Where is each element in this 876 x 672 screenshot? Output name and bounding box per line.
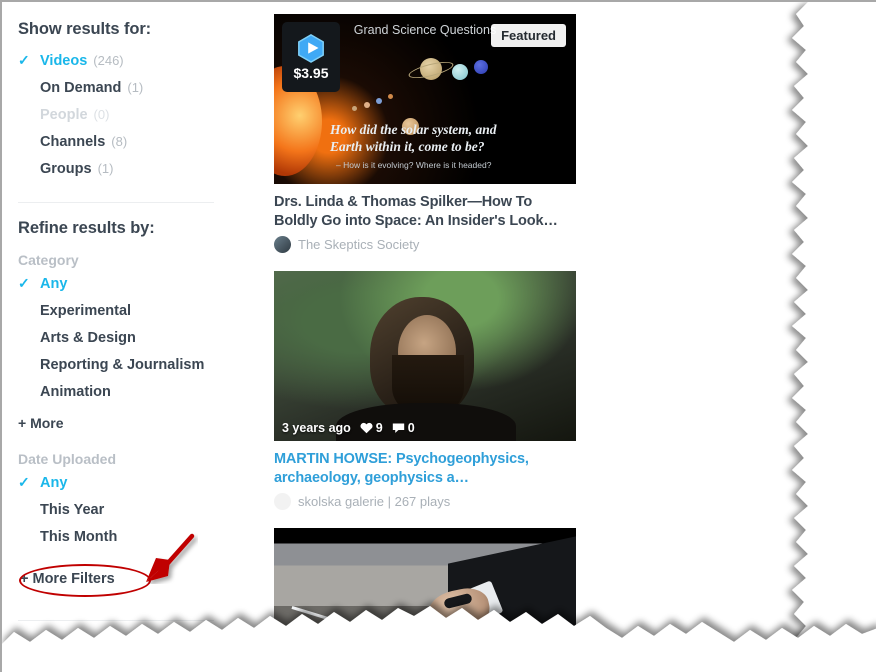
category-list: ✓ Any ✓ Experimental ✓ Arts & Design ✓ R…	[18, 276, 248, 411]
category-label: Any	[40, 276, 68, 292]
uranus-graphic	[452, 64, 468, 80]
sidebar-divider-2	[18, 620, 214, 621]
category-group-title: Category	[18, 252, 79, 268]
filter-label: Videos	[40, 53, 88, 69]
category-label: Reporting & Journalism	[40, 357, 205, 373]
filter-label: Channels	[40, 134, 106, 150]
avatar	[274, 493, 291, 511]
check-icon-placeholder: ✓	[18, 134, 40, 148]
mature-content-filter-label: Mature content filter	[49, 658, 169, 672]
planet-dot	[376, 98, 382, 104]
thumbnail-quote-sub: – How is it evolving? Where is it headed…	[336, 160, 492, 170]
thumbnail-quote: How did the solar system, and Earth with…	[330, 122, 497, 156]
filter-groups[interactable]: ✓ Groups (1)	[18, 161, 248, 188]
category-item-arts-design[interactable]: ✓ Arts & Design	[18, 330, 248, 357]
video-byline: skolska galerie | 267 plays	[274, 493, 576, 511]
category-label: Arts & Design	[40, 330, 136, 346]
check-icon-placeholder: ✓	[18, 80, 40, 94]
like-count-group: 9	[360, 421, 383, 435]
check-icon: ✓	[18, 275, 30, 291]
category-label: Animation	[40, 384, 111, 400]
search-results-page: Show results for: ✓ Videos (246) ✓ On De…	[2, 2, 876, 672]
video-thumbnail[interactable]: 3 years ago 9 0	[274, 271, 576, 442]
category-more-link[interactable]: + More	[18, 415, 248, 431]
category-item-animation[interactable]: ✓ Animation	[18, 384, 248, 411]
check-icon-placeholder: ✓	[18, 502, 40, 516]
planet-dot	[352, 106, 357, 111]
result-card[interactable]: Grand Science Questions How did the sola…	[274, 14, 576, 254]
check-icon-placeholder: ✓	[18, 357, 40, 371]
filters-sidebar: Show results for: ✓ Videos (246) ✓ On De…	[2, 2, 270, 672]
check-icon: ✓	[18, 474, 30, 490]
date-label: Any	[40, 475, 68, 491]
check-icon-placeholder: ✓	[18, 107, 40, 121]
filter-count: (8)	[111, 134, 128, 149]
date-label: This Year	[40, 502, 105, 518]
vod-price-tag: $3.95	[282, 22, 340, 92]
planet-dot	[364, 102, 370, 108]
check-icon-placeholder: ✓	[18, 303, 40, 317]
category-item-experimental[interactable]: ✓ Experimental	[18, 303, 248, 330]
check-icon-placeholder: ✓	[18, 330, 40, 344]
check-icon-placeholder: ✓	[18, 384, 40, 398]
category-item-reporting-journalism[interactable]: ✓ Reporting & Journalism	[18, 357, 248, 384]
check-icon: ✓	[18, 52, 30, 68]
filter-videos[interactable]: ✓ Videos (246)	[18, 53, 248, 80]
avatar	[274, 236, 291, 254]
video-thumbnail[interactable]	[274, 528, 576, 672]
quote-line-1: How did the solar system, and	[330, 122, 497, 138]
date-uploaded-group-title: Date Uploaded	[18, 451, 117, 467]
show-results-heading: Show results for:	[18, 20, 152, 38]
comment-count-group: 0	[392, 421, 415, 435]
filter-channels[interactable]: ✓ Channels (8)	[18, 134, 248, 161]
video-thumbnail[interactable]: Grand Science Questions How did the sola…	[274, 14, 576, 184]
video-title[interactable]: Drs. Linda & Thomas Spilker—How To Boldl…	[274, 193, 576, 230]
filter-count: (1)	[127, 80, 144, 95]
price-amount: $3.95	[293, 65, 329, 81]
heart-icon	[360, 422, 373, 434]
channel-name[interactable]: skolska galerie | 267 plays	[298, 494, 450, 509]
comment-icon	[392, 423, 404, 433]
quote-line-2: Earth within it, come to be?	[330, 139, 485, 155]
category-item-any[interactable]: ✓ Any	[18, 276, 248, 303]
thumbnail-meta-overlay: 3 years ago 9 0	[282, 421, 415, 435]
result-card[interactable]: JAEGER LECOULTRE - GEOPHYSICS Art.10	[274, 528, 576, 672]
filter-count: (246)	[93, 53, 124, 68]
video-byline: The Skeptics Society	[274, 236, 576, 254]
date-label: This Month	[40, 529, 118, 545]
results-grid: Grand Science Questions How did the sola…	[270, 2, 876, 672]
mature-content-filter-button[interactable]: Mature content filter	[18, 647, 200, 672]
check-icon-placeholder: ✓	[18, 529, 40, 543]
more-filters-button[interactable]: + More Filters	[18, 571, 115, 587]
date-item-this-month[interactable]: ✓ This Month	[18, 529, 248, 556]
filter-people: ✓ People (0)	[18, 107, 248, 134]
neptune-graphic	[474, 60, 488, 74]
screenshot-frame: Show results for: ✓ Videos (246) ✓ On De…	[0, 0, 876, 672]
vod-play-hexagon-icon	[298, 34, 324, 63]
filter-on-demand[interactable]: ✓ On Demand (1)	[18, 80, 248, 107]
date-item-this-year[interactable]: ✓ This Year	[18, 502, 248, 529]
featured-badge: Featured	[491, 24, 566, 47]
result-card[interactable]: 3 years ago 9 0 MARTIN HOWSE: Psychogeop…	[274, 271, 576, 511]
filter-label: People	[40, 107, 88, 123]
upload-age: 3 years ago	[282, 421, 351, 436]
refine-results-heading: Refine results by:	[18, 219, 155, 237]
category-label: Experimental	[40, 303, 132, 319]
check-icon-placeholder: ✓	[18, 161, 40, 175]
comment-count: 0	[407, 421, 415, 436]
video-title[interactable]: MARTIN HOWSE: Psychogeophysics, archaeol…	[274, 450, 576, 487]
sidebar-divider-1	[18, 202, 214, 203]
filter-count: (0)	[93, 107, 110, 122]
channel-name[interactable]: The Skeptics Society	[298, 237, 419, 252]
filter-label: Groups	[40, 161, 92, 177]
filter-label: On Demand	[40, 80, 122, 96]
filter-count: (1)	[97, 161, 114, 176]
more-filters-region: + More Filters	[18, 533, 248, 600]
date-uploaded-list: ✓ Any ✓ This Year ✓ This Month	[18, 475, 248, 556]
date-item-any[interactable]: ✓ Any	[18, 475, 248, 502]
planet-dot	[388, 94, 393, 99]
like-count: 9	[375, 421, 383, 436]
show-results-list: ✓ Videos (246) ✓ On Demand (1) ✓ People …	[18, 53, 248, 188]
